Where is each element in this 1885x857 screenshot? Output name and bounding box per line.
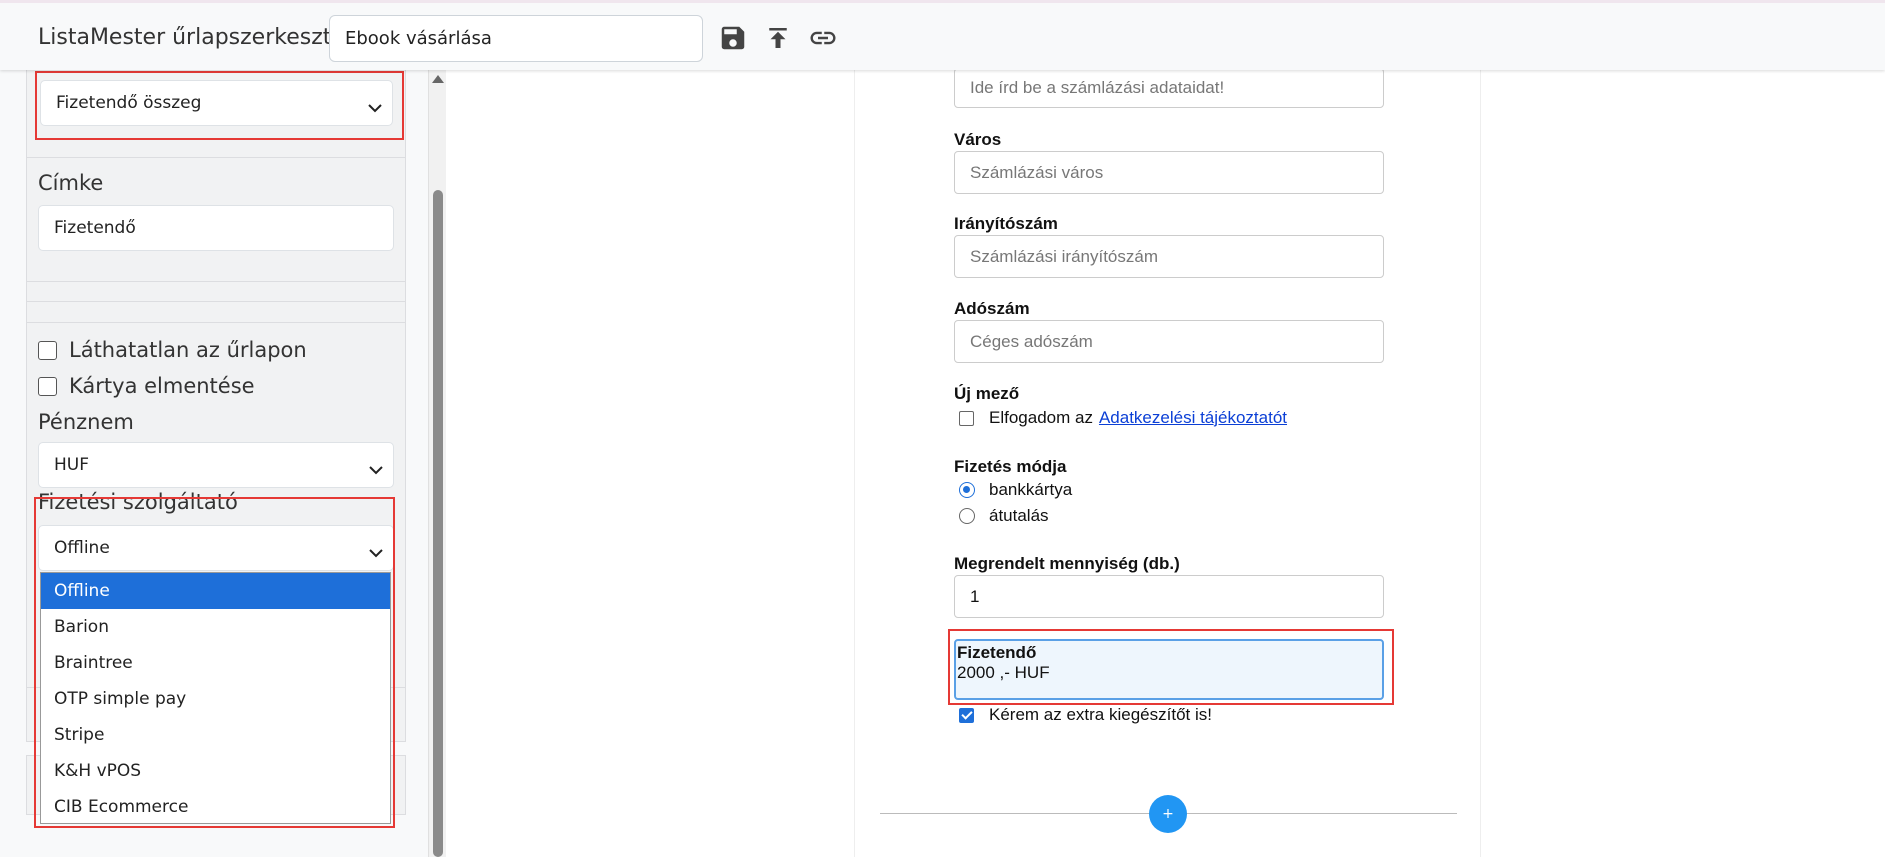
provider-option[interactable]: OTP simple pay (41, 681, 390, 717)
extra-label: Kérem az extra kiegészítőt is! (989, 705, 1212, 724)
currency-label: Pénznem (38, 410, 134, 434)
tax-placeholder: Céges adószám (970, 331, 1093, 351)
tax-input[interactable]: Céges adószám (954, 320, 1384, 363)
zip-label: Irányítószám (954, 214, 1058, 233)
payable-box[interactable]: Fizetendő 2000 ,- HUF (954, 639, 1384, 700)
save-card-checkbox[interactable] (38, 376, 57, 396)
scroll-up-arrow-icon[interactable] (432, 75, 444, 83)
provider-option[interactable]: Offline (41, 573, 390, 609)
chevron-down-icon (368, 98, 382, 113)
payable-label: Fizetendő (957, 643, 1037, 662)
field-type-value: Fizetendő összeg (56, 93, 202, 113)
currency-value: HUF (54, 455, 90, 475)
provider-option[interactable]: Braintree (41, 645, 390, 681)
provider-option[interactable]: K&H vPOS (41, 753, 390, 789)
quantity-input[interactable]: 1 (954, 575, 1384, 618)
billing-details-input[interactable]: Ide írd be a számlázási adataidat! (954, 68, 1384, 108)
invisible-checkbox[interactable] (38, 340, 57, 360)
invisible-label: Láthatatlan az űrlapon (69, 338, 307, 362)
zip-placeholder: Számlázási irányítószám (970, 246, 1159, 266)
radio-transfer-label: átutalás (989, 506, 1049, 525)
new-field-label: Új mező (954, 384, 1020, 403)
provider-option[interactable]: CIB Ecommerce (41, 789, 390, 825)
currency-select[interactable]: HUF (38, 442, 394, 488)
privacy-text: Elfogadom az (989, 408, 1093, 427)
save-card-checkbox-row[interactable]: Kártya elmentése (38, 374, 255, 398)
payment-method-label: Fizetés módja (954, 457, 1067, 476)
radio-bankcard-label: bankkártya (989, 480, 1073, 499)
field-type-select[interactable]: Fizetendő összeg (40, 80, 393, 126)
upload-icon[interactable] (763, 23, 793, 53)
link-icon[interactable] (808, 23, 838, 53)
scroll-thumb[interactable] (433, 190, 443, 857)
label-input-value: Fizetendő (54, 218, 136, 238)
save-card-label: Kártya elmentése (69, 374, 255, 398)
city-placeholder: Számlázási város (970, 162, 1104, 182)
label-section-title: Címke (38, 171, 104, 195)
radio-transfer[interactable] (959, 508, 975, 524)
payment-radio-card[interactable]: bankkártya (959, 480, 1072, 500)
privacy-link[interactable]: Adatkezelési tájékoztatót (1099, 408, 1287, 428)
chevron-down-icon (369, 460, 383, 475)
provider-option[interactable]: Stripe (41, 717, 390, 753)
empty-card (26, 281, 406, 302)
add-field-button[interactable]: + (1149, 795, 1187, 833)
zip-input[interactable]: Számlázási irányítószám (954, 235, 1384, 278)
payable-value: 2000 ,- HUF (957, 663, 1050, 682)
provider-dropdown-list: Offline Barion Braintree OTP simple pay … (40, 572, 391, 824)
app-title: ListaMester űrlapszerkesztő: (38, 25, 353, 50)
provider-option[interactable]: Barion (41, 609, 390, 645)
privacy-checkbox[interactable] (959, 410, 974, 426)
form-preview: Ide írd be a számlázási adataidat! Város… (854, 68, 1481, 857)
provider-label: Fizetési szolgáltató (38, 490, 238, 514)
quantity-value: 1 (970, 586, 980, 606)
billing-placeholder: Ide írd be a számlázási adataidat! (970, 78, 1225, 97)
extra-checkbox-row[interactable]: Kérem az extra kiegészítőt is! (959, 705, 1212, 725)
label-input[interactable]: Fizetendő (38, 205, 394, 251)
privacy-checkbox-row[interactable]: Elfogadom az Adatkezelési tájékoztatót (959, 408, 1287, 428)
invisible-checkbox-row[interactable]: Láthatatlan az űrlapon (38, 338, 307, 362)
city-label: Város (954, 130, 1002, 149)
save-icon[interactable] (718, 23, 748, 53)
city-input[interactable]: Számlázási város (954, 151, 1384, 194)
payment-radio-transfer[interactable]: átutalás (959, 506, 1049, 526)
top-bar: ListaMester űrlapszerkesztő: (0, 0, 1885, 70)
left-panel-scrollbar[interactable] (428, 70, 446, 857)
radio-bankcard[interactable] (959, 482, 975, 498)
form-name-input[interactable] (329, 15, 703, 62)
provider-value: Offline (54, 538, 110, 558)
extra-checkbox[interactable] (959, 707, 974, 723)
quantity-label: Megrendelt mennyiség (db.) (954, 554, 1180, 573)
provider-select[interactable]: Offline (38, 525, 394, 571)
tax-label: Adószám (954, 299, 1030, 318)
chevron-down-icon (369, 543, 383, 558)
